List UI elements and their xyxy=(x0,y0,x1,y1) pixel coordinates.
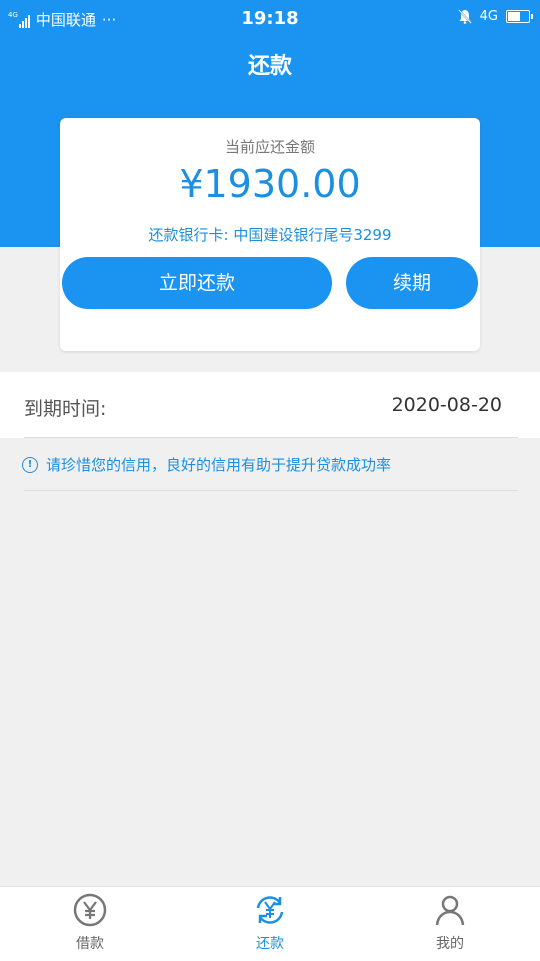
bottom-tab-bar: 借款 还款 我的 xyxy=(0,886,540,961)
status-bar: 4G 中国联通 ··· 19:18 4G xyxy=(0,0,540,38)
yen-circle-icon xyxy=(73,893,107,927)
due-date-label: 到期时间: xyxy=(24,398,107,420)
repayment-card: 当前应还金额 ¥1930.00 还款银行卡: 中国建设银行尾号3299 xyxy=(60,118,480,351)
amount-label: 当前应还金额 xyxy=(224,138,315,156)
status-right: 4G xyxy=(457,9,533,24)
amount-value: ¥1930.00 xyxy=(179,162,361,206)
info-icon: ! xyxy=(22,456,38,473)
renew-button[interactable]: 续期 xyxy=(346,257,478,309)
tab-repay[interactable]: 还款 xyxy=(210,893,330,953)
tab-borrow-label: 借款 xyxy=(76,936,104,952)
yen-refresh-icon xyxy=(256,896,284,924)
credit-tip: ! 请珍惜您的信用，良好的信用有助于提升贷款成功率 xyxy=(22,454,391,475)
page-title: 还款 xyxy=(247,54,292,79)
battery-icon xyxy=(506,10,533,23)
bank-card-info: 还款银行卡: 中国建设银行尾号3299 xyxy=(148,226,392,244)
tab-mine[interactable]: 我的 xyxy=(390,893,510,953)
divider xyxy=(24,490,518,491)
person-icon xyxy=(435,895,465,926)
tab-repay-label: 还款 xyxy=(256,936,284,952)
tab-mine-label: 我的 xyxy=(436,936,464,952)
repay-now-button[interactable]: 立即还款 xyxy=(62,257,332,309)
due-date-row: 到期时间: 2020-08-20 xyxy=(0,372,540,438)
divider xyxy=(24,437,518,438)
tab-borrow[interactable]: 借款 xyxy=(30,893,150,953)
credit-tip-text: 请珍惜您的信用，良好的信用有助于提升贷款成功率 xyxy=(46,456,392,474)
network-type: 4G xyxy=(479,9,498,24)
mute-bell-icon xyxy=(457,9,472,24)
due-date-value: 2020-08-20 xyxy=(391,394,502,416)
